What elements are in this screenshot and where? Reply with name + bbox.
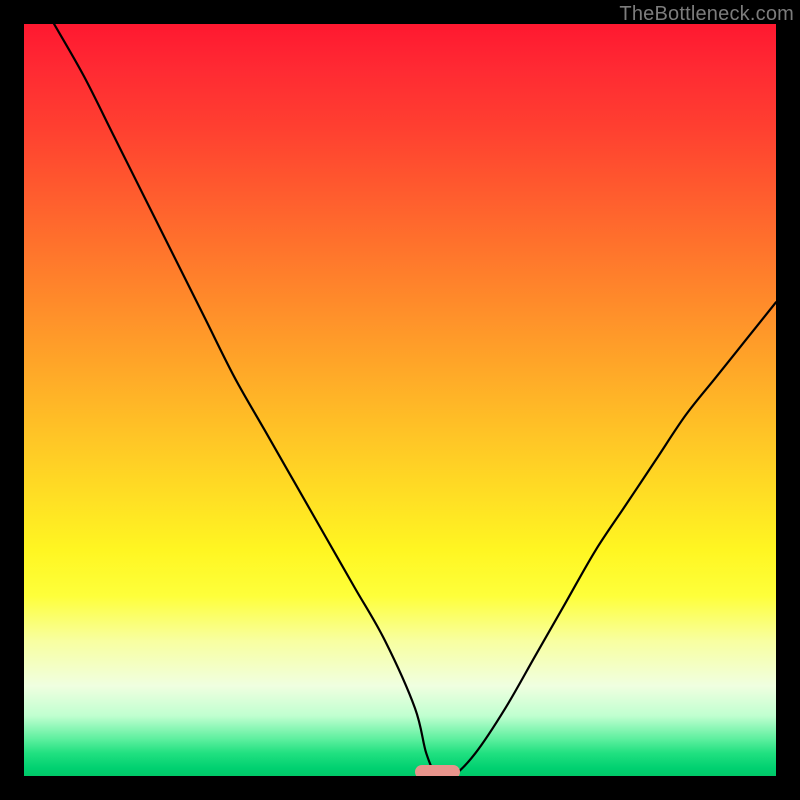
watermark-text: TheBottleneck.com xyxy=(619,3,794,26)
plot-area xyxy=(24,24,776,776)
bottleneck-curve xyxy=(24,24,776,776)
chart-frame: TheBottleneck.com xyxy=(0,0,800,800)
valley-marker xyxy=(415,765,460,776)
